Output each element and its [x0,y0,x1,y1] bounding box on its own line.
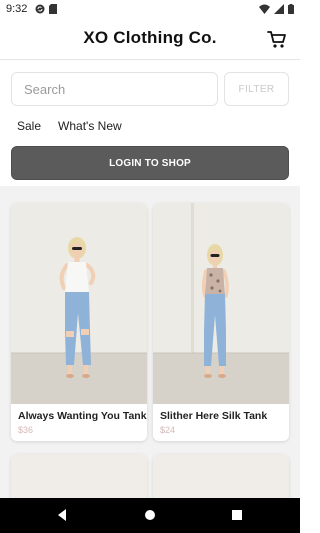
product-image[interactable] [11,454,147,498]
status-time: 9:32 [6,3,28,15]
home-icon[interactable] [143,508,157,522]
product-grid: Always Wanting You Tank $36 Slither Here… [0,186,300,498]
signal-icon [274,4,284,14]
product-card[interactable]: Always Wanting You Tank $36 [11,203,147,441]
sync-icon [35,4,45,14]
category-link-whats-new[interactable]: What's New [58,119,122,133]
shopping-cart-icon[interactable] [266,28,288,50]
product-card[interactable]: Slither Here Silk Tank $24 [153,203,289,441]
status-right-icons [259,4,294,14]
product-price: $36 [18,425,34,435]
product-image[interactable] [153,454,289,498]
app-header: XO Clothing Co. [0,20,300,60]
status-left-icons [35,4,57,14]
sd-card-icon [49,4,57,14]
app-title: XO Clothing Co. [83,28,217,47]
product-image[interactable] [11,203,147,404]
product-price: $24 [160,425,176,435]
recents-icon[interactable] [230,508,244,522]
product-image[interactable] [153,203,289,404]
category-links: Sale What's New [17,119,122,133]
login-to-shop-button[interactable]: LOGIN TO SHOP [11,146,289,180]
product-name: Slither Here Silk Tank [160,410,268,422]
wifi-icon [259,4,270,14]
filter-button[interactable]: FILTER [224,72,289,106]
search-row: FILTER [11,72,289,106]
battery-icon [288,4,294,14]
product-card[interactable] [11,454,147,498]
product-card[interactable] [153,454,289,498]
status-bar: 9:32 [0,0,300,20]
category-link-sale[interactable]: Sale [17,119,41,133]
back-icon[interactable] [55,508,69,522]
search-input[interactable] [11,72,218,106]
product-name: Always Wanting You Tank [18,410,147,422]
system-navigation-bar [0,498,300,533]
